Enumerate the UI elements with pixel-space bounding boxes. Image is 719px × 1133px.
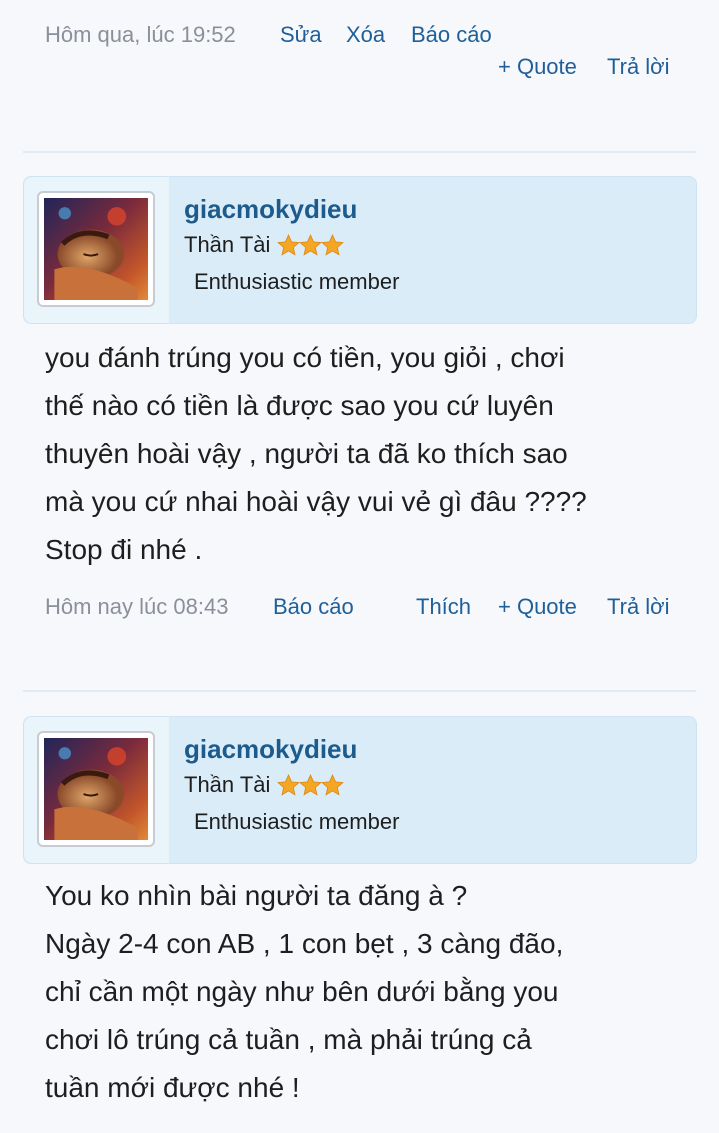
post-footer-top: Hôm qua, lúc 19:52 Sửa Xóa Báo cáo [45, 22, 674, 48]
quote-button[interactable]: + Quote [498, 594, 577, 620]
post-body-line: chỉ cần một ngày như bên dưới bằng you [45, 976, 559, 1007]
post-divider [23, 690, 696, 692]
avatar[interactable] [37, 731, 155, 847]
user-rank: Enthusiastic member [194, 809, 400, 834]
delete-link[interactable]: Xóa [346, 22, 385, 48]
like-button[interactable]: Thích [416, 594, 471, 620]
avatar-image [44, 738, 148, 840]
user-title-text: Thần Tài [184, 232, 271, 257]
star-icon [321, 773, 345, 796]
user-title: Thần Tài [184, 772, 345, 798]
post-body-line: You ko nhìn bài người ta đăng à ? [45, 880, 468, 911]
reply-button[interactable]: Trả lời [607, 594, 670, 620]
post-body: you đánh trúng you có tiền, you giỏi , c… [45, 334, 679, 574]
post-body-line: chơi lô trúng cả tuần , mà phải trúng cả [45, 1024, 532, 1055]
quote-button[interactable]: + Quote [498, 54, 577, 80]
star-icon [321, 233, 345, 256]
post-user-header: giacmokydieu Thần Tài Enthusiastic membe… [23, 176, 697, 324]
report-link[interactable]: Báo cáo [411, 22, 492, 48]
user-title-text: Thần Tài [184, 772, 271, 797]
post-body-line: thuyên hoài vậy , người ta đã ko thích s… [45, 438, 568, 469]
avatar-cell [24, 717, 169, 863]
avatar[interactable] [37, 191, 155, 307]
post-body-line: thế nào có tiền là được sao you cứ luyên [45, 390, 554, 421]
post-body-line: Stop đi nhé . [45, 534, 203, 565]
post-user-header: giacmokydieu Thần Tài Enthusiastic membe… [23, 716, 697, 864]
avatar-cell [24, 177, 169, 323]
post-timestamp: Hôm nay lúc 08:43 [45, 594, 229, 619]
user-rank: Enthusiastic member [194, 269, 400, 294]
report-link[interactable]: Báo cáo [273, 594, 354, 620]
rank-stars [276, 233, 345, 258]
post-body-line: tuần mới được nhé ! [45, 1072, 300, 1103]
username-link[interactable]: giacmokydieu [184, 194, 357, 225]
post-divider [23, 151, 696, 153]
rank-stars [276, 773, 345, 798]
reply-button[interactable]: Trả lời [607, 54, 670, 80]
post-body: You ko nhìn bài người ta đăng à ? Ngày 2… [45, 872, 679, 1112]
post-footer: Hôm nay lúc 08:43 Báo cáo Thích + Quote … [45, 594, 674, 620]
username-link[interactable]: giacmokydieu [184, 734, 357, 765]
post-timestamp: Hôm qua, lúc 19:52 [45, 22, 236, 47]
post-body-line: Ngày 2-4 con AB , 1 con bẹt , 3 càng đão… [45, 928, 564, 959]
avatar-image [44, 198, 148, 300]
edit-link[interactable]: Sửa [280, 22, 322, 48]
post-body-line: you đánh trúng you có tiền, you giỏi , c… [45, 342, 565, 373]
user-title: Thần Tài [184, 232, 345, 258]
post-body-line: mà you cứ nhai hoài vậy vui vẻ gì đâu ??… [45, 486, 587, 517]
